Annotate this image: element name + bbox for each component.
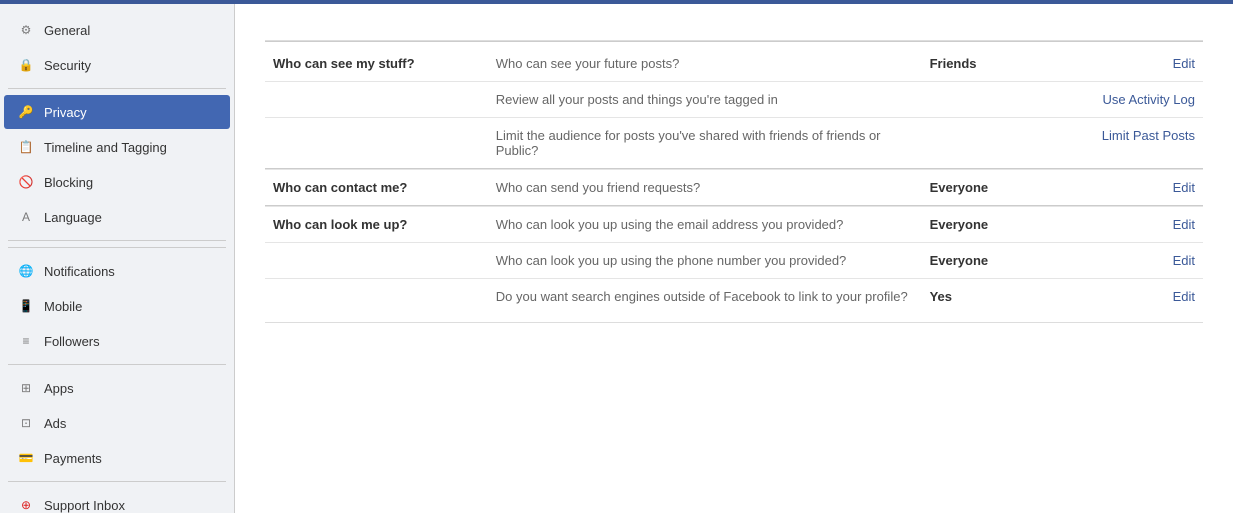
- row-action[interactable]: Edit: [1062, 279, 1203, 315]
- ads-icon: ⊡: [16, 413, 36, 433]
- sidebar-label-support-inbox: Support Inbox: [44, 498, 125, 513]
- sidebar-divider: [8, 364, 226, 365]
- settings-row: Limit the audience for posts you've shar…: [265, 118, 1203, 169]
- section-header-look-me-up: [265, 279, 488, 315]
- row-value: Friends: [922, 42, 1063, 82]
- sidebar-item-language[interactable]: A Language: [4, 200, 230, 234]
- sidebar-label-general: General: [44, 23, 90, 38]
- settings-row: Do you want search engines outside of Fa…: [265, 279, 1203, 315]
- sidebar-item-mobile[interactable]: 📱 Mobile: [4, 289, 230, 323]
- support-inbox-icon: ⊕: [16, 495, 36, 513]
- sidebar-divider: [8, 240, 226, 241]
- general-icon: ⚙: [16, 20, 36, 40]
- sidebar-label-language: Language: [44, 210, 102, 225]
- sidebar-item-blocking[interactable]: 🚫 Blocking: [4, 165, 230, 199]
- settings-table: Who can see my stuff?Who can see your fu…: [265, 41, 1203, 314]
- row-action[interactable]: Limit Past Posts: [1062, 118, 1203, 169]
- sidebar-item-privacy[interactable]: 🔑 Privacy: [4, 95, 230, 129]
- sidebar-label-security: Security: [44, 58, 91, 73]
- row-value: [922, 82, 1063, 118]
- security-icon: 🔒: [16, 55, 36, 75]
- payments-icon: 💳: [16, 448, 36, 468]
- sidebar-label-ads: Ads: [44, 416, 66, 431]
- sidebar: ⚙ General 🔒 Security 🔑 Privacy 📋 Timeline and T…: [0, 4, 235, 513]
- row-description: Do you want search engines outside of Fa…: [488, 279, 922, 315]
- sidebar-label-timeline-tagging: Timeline and Tagging: [44, 140, 167, 155]
- mobile-icon: 📱: [16, 296, 36, 316]
- row-action[interactable]: Edit: [1062, 207, 1203, 243]
- row-description: Who can send you friend requests?: [488, 170, 922, 206]
- sidebar-item-security[interactable]: 🔒 Security: [4, 48, 230, 82]
- sidebar-item-ads[interactable]: ⊡ Ads: [4, 406, 230, 440]
- settings-row: Who can contact me?Who can send you frie…: [265, 170, 1203, 206]
- settings-row: Who can look you up using the phone numb…: [265, 243, 1203, 279]
- main-content: Who can see my stuff?Who can see your fu…: [235, 4, 1233, 513]
- sidebar-item-general[interactable]: ⚙ General: [4, 13, 230, 47]
- row-action[interactable]: Edit: [1062, 42, 1203, 82]
- section-header-see-my-stuff: [265, 82, 488, 118]
- settings-row: Who can see my stuff?Who can see your fu…: [265, 42, 1203, 82]
- section-header-look-me-up: Who can look me up?: [265, 207, 488, 243]
- timeline-tagging-icon: 📋: [16, 137, 36, 157]
- row-description: Limit the audience for posts you've shar…: [488, 118, 922, 169]
- row-action[interactable]: Use Activity Log: [1062, 82, 1203, 118]
- apps-icon: ⊞: [16, 378, 36, 398]
- privacy-icon: 🔑: [16, 102, 36, 122]
- language-icon: A: [16, 207, 36, 227]
- sidebar-label-blocking: Blocking: [44, 175, 93, 190]
- section-header-see-my-stuff: Who can see my stuff?: [265, 42, 488, 82]
- row-value: Everyone: [922, 170, 1063, 206]
- sidebar-label-payments: Payments: [44, 451, 102, 466]
- followers-icon: ≡: [16, 331, 36, 351]
- bottom-divider: [265, 322, 1203, 323]
- row-value: [922, 118, 1063, 169]
- sidebar-divider: [8, 247, 226, 248]
- settings-row: Who can look me up?Who can look you up u…: [265, 207, 1203, 243]
- sidebar-label-apps: Apps: [44, 381, 74, 396]
- layout: ⚙ General 🔒 Security 🔑 Privacy 📋 Timeline and T…: [0, 4, 1233, 513]
- section-header-look-me-up: [265, 243, 488, 279]
- sidebar-item-payments[interactable]: 💳 Payments: [4, 441, 230, 475]
- sidebar-label-privacy: Privacy: [44, 105, 87, 120]
- sidebar-label-notifications: Notifications: [44, 264, 115, 279]
- row-description: Who can look you up using the phone numb…: [488, 243, 922, 279]
- sidebar-label-mobile: Mobile: [44, 299, 82, 314]
- row-description: Who can see your future posts?: [488, 42, 922, 82]
- notifications-icon: 🌐: [16, 261, 36, 281]
- sidebar-item-notifications[interactable]: 🌐 Notifications: [4, 254, 230, 288]
- sidebar-divider: [8, 88, 226, 89]
- row-description: Review all your posts and things you're …: [488, 82, 922, 118]
- sidebar-label-followers: Followers: [44, 334, 100, 349]
- row-value: Everyone: [922, 243, 1063, 279]
- row-value: Everyone: [922, 207, 1063, 243]
- section-header-see-my-stuff: [265, 118, 488, 169]
- blocking-icon: 🚫: [16, 172, 36, 192]
- sidebar-item-support-inbox[interactable]: ⊕ Support Inbox: [4, 488, 230, 513]
- row-value: Yes: [922, 279, 1063, 315]
- sidebar-divider: [8, 481, 226, 482]
- settings-row: Review all your posts and things you're …: [265, 82, 1203, 118]
- sidebar-item-timeline-tagging[interactable]: 📋 Timeline and Tagging: [4, 130, 230, 164]
- sidebar-item-apps[interactable]: ⊞ Apps: [4, 371, 230, 405]
- row-action[interactable]: Edit: [1062, 243, 1203, 279]
- sidebar-item-followers[interactable]: ≡ Followers: [4, 324, 230, 358]
- row-description: Who can look you up using the email addr…: [488, 207, 922, 243]
- section-header-contact-me: Who can contact me?: [265, 170, 488, 206]
- row-action[interactable]: Edit: [1062, 170, 1203, 206]
